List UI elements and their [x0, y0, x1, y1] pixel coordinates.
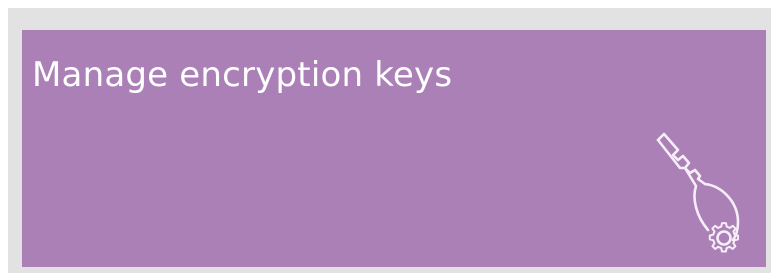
tile-title: Manage encryption keys [32, 55, 453, 95]
manage-encryption-keys-tile[interactable]: Manage encryption keys [22, 30, 766, 267]
key-gear-icon [652, 130, 756, 258]
